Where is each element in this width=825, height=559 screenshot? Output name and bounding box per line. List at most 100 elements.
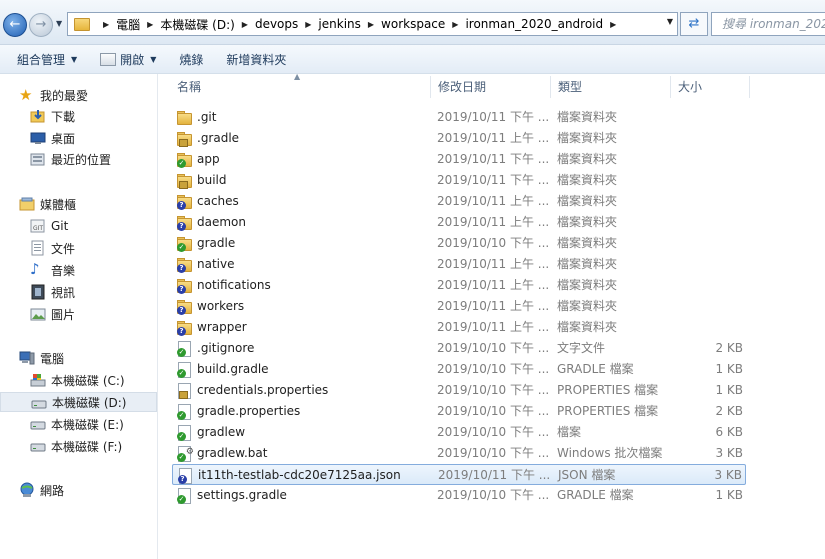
table-row[interactable]: ⚙ ✓ gradlew.bat 2019/10/10 下午 ... Windows 批次… — [172, 443, 746, 464]
table-row[interactable]: credentials.properties 2019/10/10 下午 ... P… — [172, 380, 746, 401]
breadcrumb-item-drive-d[interactable]: 本機磁碟 (D:) ▶ — [160, 16, 255, 33]
table-row[interactable]: ✓ gradlew 2019/10/10 下午 ... 檔案 6 KB — [172, 422, 746, 443]
table-row[interactable]: ? it11th-testlab-cdc20e7125aa.json 2019/10… — [172, 464, 746, 485]
file-name: gradle.properties — [197, 404, 301, 418]
table-row[interactable]: ✓ build.gradle 2019/10/10 下午 ... GRADLE 檔案 1… — [172, 359, 746, 380]
burn-button[interactable]: 燒錄 — [179, 51, 203, 68]
question-badge-icon: ? — [177, 327, 186, 336]
nav-pictures[interactable]: 圖片 — [0, 304, 157, 324]
file-size: 2 KB — [715, 341, 743, 355]
file-name: wrapper — [197, 320, 247, 334]
new-folder-button[interactable]: 新增資料夾 — [226, 51, 286, 68]
question-badge-icon: ? — [177, 285, 186, 294]
table-row[interactable]: ✓ gradle 2019/10/10 下午 ... 檔案資料夾 — [172, 233, 746, 254]
table-row[interactable]: ? native 2019/10/11 上午 ... 檔案資料夾 — [172, 254, 746, 275]
breadcrumb-item-workspace[interactable]: workspace ▶ — [381, 17, 465, 31]
column-divider[interactable] — [430, 76, 431, 98]
breadcrumb[interactable]: ▶ 電腦 ▶ 本機磁碟 (D:) ▶ devops ▶ jenkins ▶ worksp… — [67, 12, 678, 36]
refresh-button[interactable]: ⇄ — [680, 12, 708, 36]
column-header-name[interactable]: 名稱 — [177, 74, 201, 100]
file-name: credentials.properties — [197, 383, 329, 397]
file-date: 2019/10/11 下午 ... — [437, 110, 550, 124]
breadcrumb-item-computer[interactable]: 電腦 ▶ — [116, 16, 160, 33]
nav-network[interactable]: 網路 — [0, 480, 157, 500]
column-divider[interactable] — [670, 76, 671, 98]
file-date: 2019/10/11 下午 ... — [437, 173, 550, 187]
column-divider[interactable] — [550, 76, 551, 98]
table-row[interactable]: ? notifications 2019/10/11 上午 ... 檔案資料夾 — [172, 275, 746, 296]
nav-favorites[interactable]: ★ 我的最愛 — [0, 85, 157, 105]
file-date: 2019/10/11 上午 ... — [437, 299, 550, 313]
chevron-down-icon[interactable]: ▼ — [667, 17, 673, 26]
nav-recent[interactable]: 最近的位置 — [0, 149, 157, 169]
desktop-icon — [30, 130, 46, 146]
folder-icon: ? — [177, 299, 192, 315]
back-arrow-icon[interactable]: ← — [3, 13, 27, 37]
column-header-date[interactable]: 修改日期 — [438, 74, 486, 100]
open-button[interactable]: 開啟 ▼ — [100, 51, 156, 68]
question-badge-icon: ? — [177, 306, 186, 315]
file-type: 檔案資料夾 — [557, 257, 618, 271]
chevron-down-icon: ▼ — [71, 54, 78, 64]
table-row[interactable]: ✓ gradle.properties 2019/10/10 下午 ... PROPE… — [172, 401, 746, 422]
column-header-size[interactable]: 大小 — [678, 74, 702, 100]
table-row[interactable]: ? workers 2019/10/11 上午 ... 檔案資料夾 — [172, 296, 746, 317]
breadcrumb-item-current[interactable]: ironman_2020_android ▶ — [465, 17, 623, 31]
file-date: 2019/10/11 上午 ... — [437, 257, 550, 271]
file-date: 2019/10/10 下午 ... — [437, 425, 550, 439]
folder-icon: ? — [177, 215, 192, 231]
file-icon: ✓ — [177, 425, 192, 441]
git-library-icon: GIT — [30, 218, 46, 234]
nav-documents[interactable]: 文件 — [0, 238, 157, 258]
download-folder-icon — [30, 108, 46, 124]
search-input[interactable]: 搜尋 ironman_2020_android — [711, 12, 825, 36]
folder-icon: ✓ — [177, 236, 192, 252]
file-date: 2019/10/10 下午 ... — [437, 236, 550, 250]
file-type: 檔案資料夾 — [557, 194, 618, 208]
nav-git[interactable]: GIT Git — [0, 216, 157, 236]
table-row[interactable]: build 2019/10/11 下午 ... 檔案資料夾 — [172, 170, 746, 191]
nav-drive-e[interactable]: 本機磁碟 (E:) — [0, 414, 157, 434]
nav-videos[interactable]: 視訊 — [0, 282, 157, 302]
table-row[interactable]: ✓ app 2019/10/11 下午 ... 檔案資料夾 — [172, 149, 746, 170]
nav-desktop[interactable]: 桌面 — [0, 128, 157, 148]
breadcrumb-item-devops[interactable]: devops ▶ — [255, 17, 318, 31]
table-row[interactable]: ? wrapper 2019/10/11 上午 ... 檔案資料夾 — [172, 317, 746, 338]
check-badge-icon: ✓ — [177, 369, 186, 378]
column-divider[interactable] — [749, 76, 750, 98]
file-size: 1 KB — [715, 488, 743, 502]
table-row[interactable]: .gradle 2019/10/11 上午 ... 檔案資料夾 — [172, 128, 746, 149]
nav-libraries[interactable]: 媒體櫃 — [0, 194, 157, 214]
table-row[interactable]: ✓ .gitignore 2019/10/10 下午 ... 文字文件 2 KB — [172, 338, 746, 359]
table-row[interactable]: .git 2019/10/11 下午 ... 檔案資料夾 — [172, 107, 746, 128]
file-date: 2019/10/10 下午 ... — [437, 404, 550, 418]
table-row[interactable]: ✓ settings.gradle 2019/10/10 下午 ... GRADLE … — [172, 485, 746, 506]
file-type: 文字文件 — [557, 341, 606, 355]
file-type: 檔案資料夾 — [557, 215, 618, 229]
folder-icon — [177, 131, 192, 147]
chevron-down-icon: ▼ — [150, 54, 157, 64]
nav-drive-c[interactable]: 本機磁碟 (C:) — [0, 370, 157, 390]
column-header-type[interactable]: 類型 — [558, 74, 582, 100]
file-type: GRADLE 檔案 — [557, 362, 634, 376]
table-row[interactable]: ? daemon 2019/10/11 上午 ... 檔案資料夾 — [172, 212, 746, 233]
breadcrumb-separator[interactable]: ▶ — [96, 20, 116, 29]
folder-icon — [177, 173, 192, 189]
nav-drive-d[interactable]: 本機磁碟 (D:) — [0, 392, 157, 412]
table-row[interactable]: ? caches 2019/10/11 上午 ... 檔案資料夾 — [172, 191, 746, 212]
folder-icon: ? — [177, 194, 192, 210]
history-dropdown-icon[interactable]: ▼ — [56, 19, 62, 28]
nav-downloads[interactable]: 下載 — [0, 106, 157, 126]
address-bar: ← → ▼ ▶ 電腦 ▶ 本機磁碟 (D:) ▶ devops ▶ jenkins ▶ … — [0, 0, 825, 45]
nav-drive-f[interactable]: 本機磁碟 (F:) — [0, 436, 157, 456]
nav-music[interactable]: ♪ 音樂 — [0, 260, 157, 280]
forward-arrow-icon[interactable]: → — [29, 13, 53, 37]
breadcrumb-item-jenkins[interactable]: jenkins ▶ — [318, 17, 381, 31]
nav-computer[interactable]: 電腦 — [0, 348, 157, 368]
check-badge-icon: ✓ — [177, 453, 186, 462]
file-type: 檔案資料夾 — [557, 236, 618, 250]
file-size: 6 KB — [715, 425, 743, 439]
file-type: 檔案資料夾 — [557, 320, 618, 334]
file-name: .git — [197, 110, 217, 124]
organize-button[interactable]: 組合管理 ▼ — [17, 51, 77, 68]
